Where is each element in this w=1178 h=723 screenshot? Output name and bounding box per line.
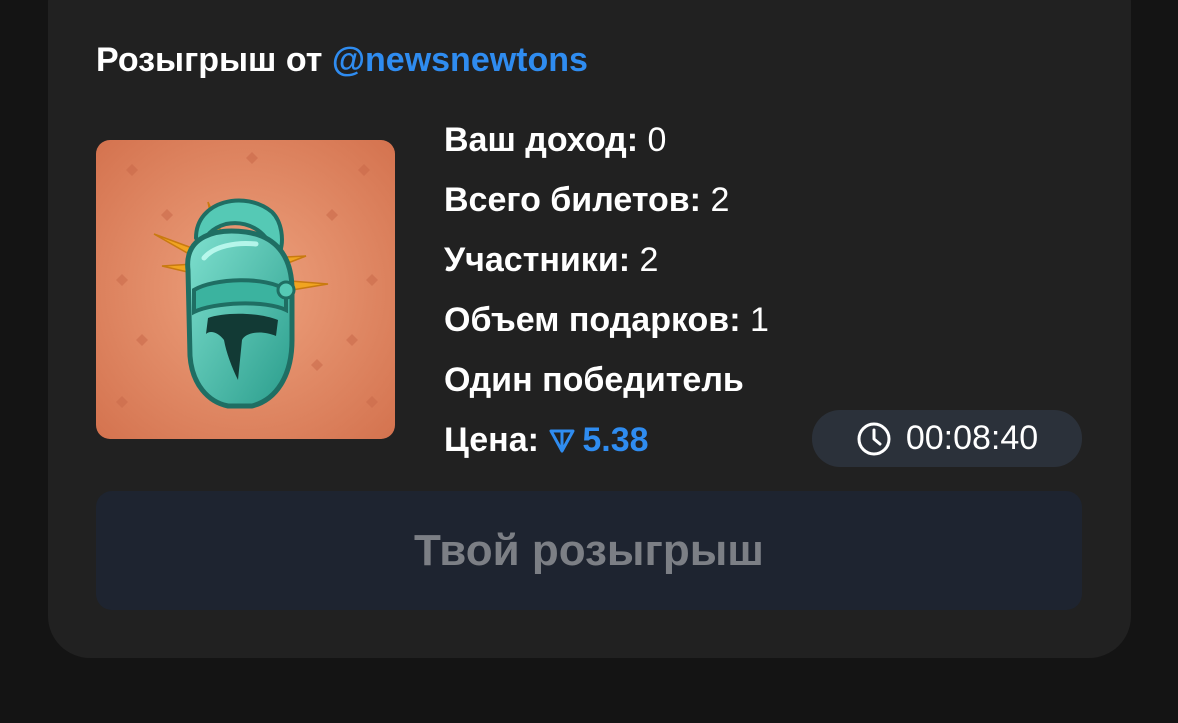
your-giveaway-button[interactable]: Твой розыгрыш bbox=[96, 491, 1082, 610]
stat-price: Цена: 5.38 bbox=[444, 418, 649, 462]
stat-tickets: Всего билетов: 2 bbox=[444, 178, 729, 222]
stat-income-value: 0 bbox=[647, 121, 667, 159]
channel-handle-link[interactable]: @newsnewtons bbox=[332, 41, 588, 79]
stat-winners: Один победитель bbox=[444, 358, 744, 402]
ton-icon bbox=[549, 429, 575, 453]
timer-value: 00:08:40 bbox=[905, 419, 1039, 457]
stat-price-value: 5.38 bbox=[582, 421, 649, 459]
stat-tickets-label: Всего билетов: bbox=[444, 181, 702, 219]
stat-participants-label: Участники: bbox=[444, 241, 631, 279]
giveaway-title: Розыгрыш от @newsnewtons bbox=[96, 38, 588, 82]
clock-icon bbox=[857, 422, 891, 455]
stat-income: Ваш доход: 0 bbox=[444, 118, 666, 162]
stat-tickets-value: 2 bbox=[710, 181, 730, 219]
gift-image bbox=[96, 140, 395, 439]
countdown-timer: 00:08:40 bbox=[812, 410, 1082, 467]
stat-participants: Участники: 2 bbox=[444, 238, 658, 282]
stat-gifts-value: 1 bbox=[749, 301, 769, 339]
title-prefix: Розыгрыш от bbox=[96, 41, 323, 79]
stat-price-label: Цена: bbox=[444, 421, 539, 459]
stat-price-amount: 5.38 bbox=[548, 421, 649, 459]
stat-participants-value: 2 bbox=[639, 241, 659, 279]
knight-helmet-icon bbox=[96, 140, 395, 439]
stat-gifts: Объем подарков: 1 bbox=[444, 298, 769, 342]
stat-income-label: Ваш доход: bbox=[444, 121, 639, 159]
stat-gifts-label: Объем подарков: bbox=[444, 301, 741, 339]
stat-winners-text: Один победитель bbox=[444, 361, 744, 399]
